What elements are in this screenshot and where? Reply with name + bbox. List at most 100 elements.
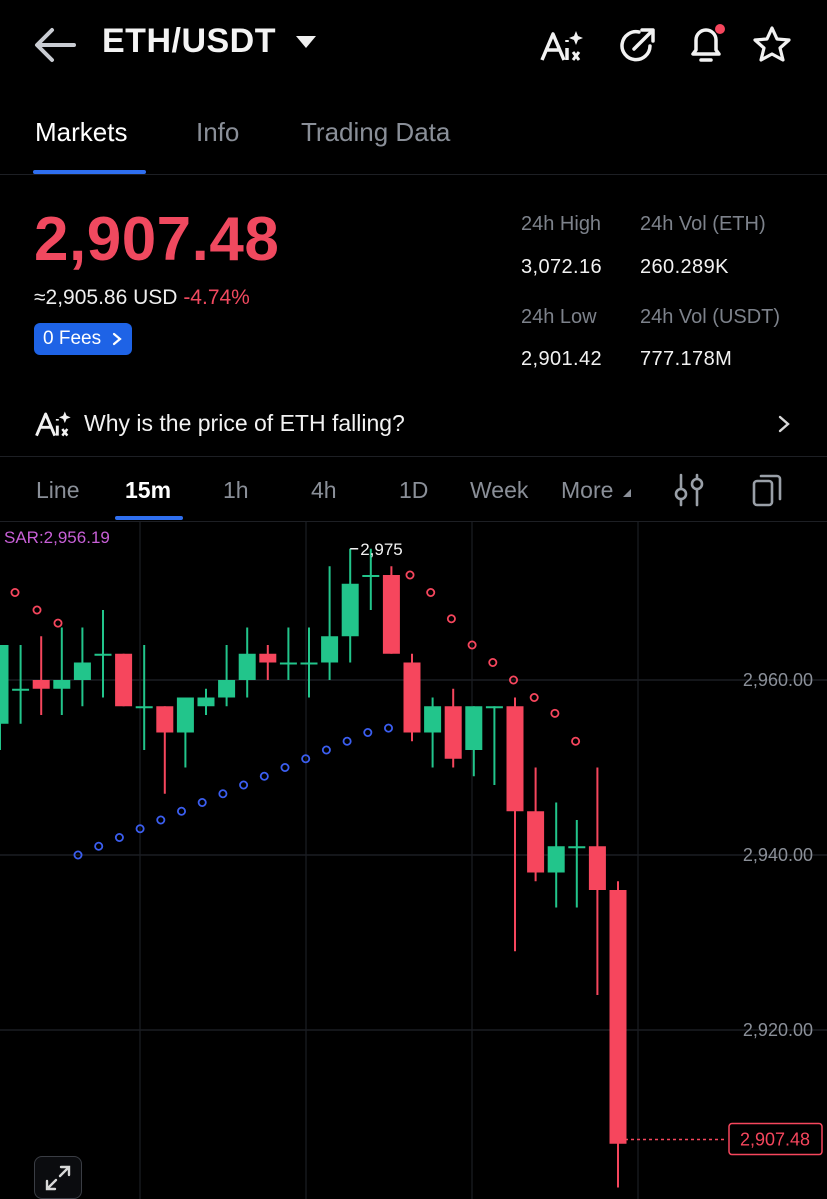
tf-active-indicator [115,516,183,520]
indicator-settings-button[interactable] [673,472,705,508]
candle-body [300,662,318,665]
chevron-right-icon [778,415,790,433]
y-tick-label: 2,920.00 [743,1020,813,1040]
approx-value: ≈2,905.86 [34,286,128,309]
candle-body [115,653,133,707]
tf-15m[interactable]: 15m [125,477,171,504]
candle-body [588,846,606,890]
candle-body [444,706,462,759]
candle-body [94,653,112,656]
sar-dot-upper [405,570,415,580]
candle-body [238,653,256,680]
approx-currency: USD [133,286,178,309]
tab-markets[interactable]: Markets [35,117,127,148]
back-button[interactable] [30,24,80,66]
divider [0,456,827,457]
sar-dot-lower [383,723,393,733]
sar-dot-lower [280,762,290,772]
sar-dot-upper [32,605,42,615]
sar-dot-lower [259,771,269,781]
candle-body [73,662,91,680]
sar-dot-upper [488,657,498,667]
tf-1h[interactable]: 1h [223,477,249,504]
why-falling-text: Why is the price of ETH falling? [84,410,405,436]
candle-body [176,697,194,733]
y-tick-label: 2,940.00 [743,845,813,865]
candle-body [12,688,30,691]
price-approx: ≈2,905.86 USD -4.74% [34,286,250,310]
sar-dot-lower [239,780,249,790]
high-value: 3,072.16 [521,256,603,278]
star-icon [753,26,791,62]
sar-dot-upper [446,614,456,624]
candle-body [53,680,71,689]
candle-body [197,697,215,707]
copy-icon [752,474,782,507]
tf-more[interactable]: More [561,477,632,504]
candle-body [341,583,359,637]
expand-icon [45,1165,71,1191]
candle-body [547,846,565,873]
sar-dot-upper [53,618,63,628]
candle-body [32,680,50,689]
candle-body [424,706,442,733]
candle-body [321,636,339,663]
share-button[interactable] [617,24,659,66]
candle-body [156,706,174,733]
triangle-down-icon [622,489,631,497]
sar-dot-lower [218,789,228,799]
candlestick-chart[interactable]: 2,960.00 2,940.00 2,920.00 2,975 2,907.48 [0,522,827,1199]
sar-dot-upper [10,588,20,598]
fees-label: 0 Fees [43,328,102,349]
candle-body [218,680,236,698]
expand-chart-button[interactable] [34,1156,82,1199]
tab-info[interactable]: Info [196,117,239,148]
last-price-label: 2,907.48 [740,1130,810,1150]
tf-1d[interactable]: 1D [399,477,428,504]
candle-body [259,653,277,663]
tf-4h[interactable]: 4h [311,477,337,504]
ai-icon [540,31,583,61]
tab-trading-data[interactable]: Trading Data [301,117,450,148]
low-label: 24h Low [521,306,597,328]
pair-dropdown-caret-icon[interactable] [296,36,316,48]
last-price: 2,907.48 [34,205,280,274]
vol-eth-value: 260.289K [640,256,729,278]
candle-body [527,811,545,873]
ai-icon [35,411,71,437]
candle-body [609,890,627,1144]
candle-body [506,706,524,812]
copy-button[interactable] [750,472,784,508]
pair-title[interactable]: ETH/USDT [102,22,276,61]
candle-body [568,846,586,849]
bell-icon [691,24,725,62]
tf-line[interactable]: Line [36,477,79,504]
high-label: 24h High [521,213,602,235]
sar-dot-lower [321,745,331,755]
candle-body [279,662,297,665]
price-change: -4.74% [183,286,250,309]
sar-dot-lower [156,815,166,825]
favorite-button[interactable] [751,24,793,66]
vol-eth-label: 24h Vol (ETH) [640,213,766,235]
divider [0,174,827,175]
tf-week[interactable]: Week [470,477,528,504]
candle-body [135,706,153,709]
sar-dot-upper [426,588,436,598]
sar-dot-upper [529,692,539,702]
sar-dot-lower [363,727,373,737]
sar-dot-lower [94,841,104,851]
candle-body [362,575,380,577]
share-icon [620,28,655,62]
candle-body [465,706,483,750]
sar-dot-lower [114,832,124,842]
notifications-button[interactable] [684,22,728,66]
fees-badge[interactable]: 0 Fees [34,323,132,355]
tf-more-label: More [561,477,614,503]
sar-dot-upper [550,708,560,718]
sar-dot-lower [176,806,186,816]
candle-body [485,706,503,709]
vol-usdt-label: 24h Vol (USDT) [640,306,781,328]
candle-body [382,575,400,654]
ai-button[interactable] [539,28,587,64]
